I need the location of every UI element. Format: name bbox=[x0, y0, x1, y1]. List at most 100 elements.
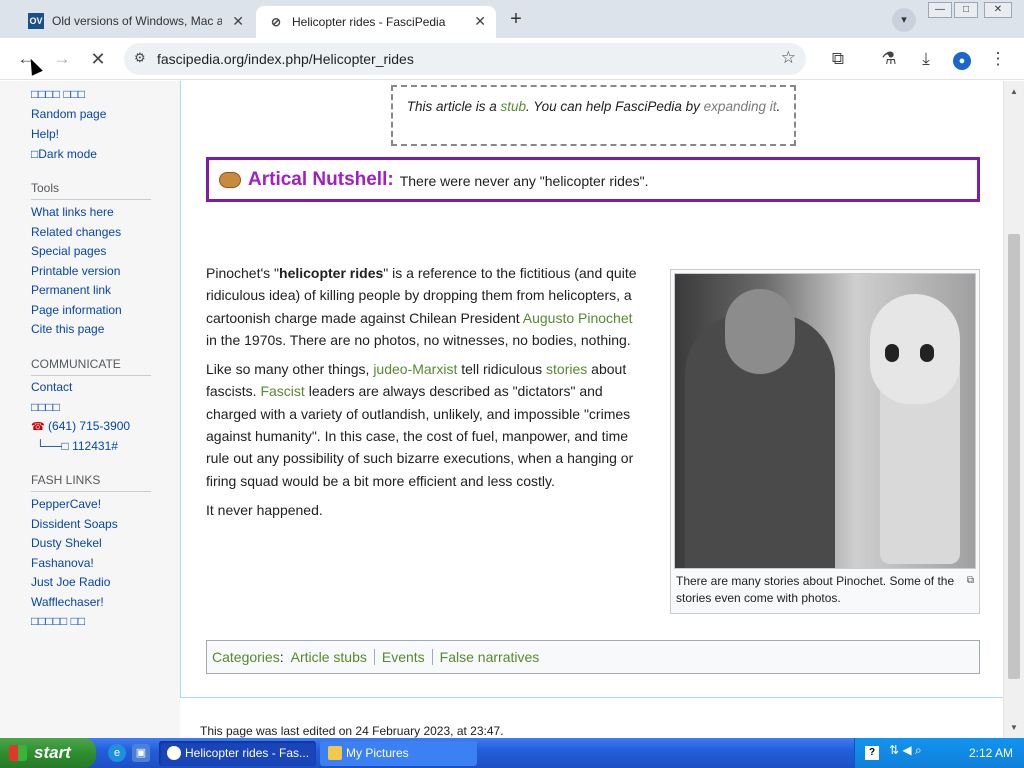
sidebar-link-fashanova[interactable]: Fashanova! bbox=[31, 556, 94, 570]
category-links: Categories: Article stubs Events False nar… bbox=[206, 640, 980, 674]
kebab-menu-icon[interactable]: ⋮ bbox=[986, 47, 1010, 71]
sidebar-link-unrendered[interactable]: □□□□□ □□ bbox=[31, 614, 85, 628]
category-article-stubs[interactable]: Article stubs bbox=[291, 649, 367, 665]
category-events[interactable]: Events bbox=[382, 649, 425, 665]
sidebar-link-unrendered[interactable]: □□□□ □□□ bbox=[31, 87, 85, 101]
system-tray: ? ⇅ ◀ ⌕ 2:12 AM bbox=[854, 738, 1024, 768]
paragraph-3: It never happened. bbox=[206, 501, 323, 518]
taskbar: start e ▣ Helicopter rides - Fas... My P… bbox=[0, 738, 1024, 768]
sidebar-link-page-information[interactable]: Page information bbox=[31, 303, 122, 317]
enlarge-icon[interactable]: ⧉ bbox=[967, 572, 974, 589]
url-text[interactable]: fascipedia.org/index.php/Helicopter_ride… bbox=[157, 51, 414, 67]
sidebar: □□□□ □□□ Random page Help! □Dark mode To… bbox=[0, 81, 180, 738]
quick-launch-icon[interactable]: ▣ bbox=[132, 744, 150, 762]
page-scrollbar[interactable]: ▲ ▼ bbox=[1003, 81, 1024, 738]
sidebar-link-dark-mode[interactable]: □Dark mode bbox=[31, 147, 97, 161]
stub-text: This article is a bbox=[406, 99, 501, 114]
link-judeo-marxist[interactable]: judeo-Marxist bbox=[373, 361, 457, 377]
pinochet-alien-photo[interactable] bbox=[674, 273, 976, 569]
taskbar-item-chrome[interactable]: Helicopter rides - Fas... bbox=[159, 741, 316, 766]
text: Like so many other things, bbox=[206, 361, 374, 378]
category-false-narratives[interactable]: False narratives bbox=[440, 649, 540, 665]
folder-icon bbox=[328, 746, 342, 760]
sidebar-link-help[interactable]: Help! bbox=[31, 127, 59, 141]
link-augusto-pinochet[interactable]: Augusto Pinochet bbox=[523, 310, 633, 326]
nut-icon bbox=[219, 171, 241, 188]
tab-helicopter-rides[interactable]: ⊘ Helicopter rides - FasciPedia ✕ bbox=[256, 6, 496, 38]
sidebar-link-printable-version[interactable]: Printable version bbox=[31, 264, 120, 278]
address-bar[interactable]: ⚙ fascipedia.org/index.php/Helicopter_ri… bbox=[124, 43, 806, 75]
sidebar-link-peppercave[interactable]: PepperCave! bbox=[31, 497, 101, 511]
nutshell-text: There were never any "helicopter rides". bbox=[399, 173, 649, 189]
site-info-icon[interactable]: ⚙ bbox=[134, 50, 146, 66]
link-fascist[interactable]: Fascist bbox=[260, 383, 304, 399]
internet-explorer-icon[interactable]: e bbox=[108, 744, 126, 762]
sidebar-link-phone[interactable]: ☎ (641) 715-3900 bbox=[31, 419, 130, 433]
text: tell ridiculous bbox=[457, 361, 547, 378]
sidebar-link-permanent-link[interactable]: Permanent link bbox=[31, 283, 111, 297]
sidebar-link-dusty-shekel[interactable]: Dusty Shekel bbox=[31, 536, 102, 550]
minimize-button[interactable]: — bbox=[928, 2, 952, 18]
close-window-button[interactable]: ✕ bbox=[984, 2, 1012, 18]
close-tab-icon[interactable]: ✕ bbox=[474, 13, 486, 30]
clock[interactable]: 2:12 AM bbox=[969, 746, 1013, 760]
sidebar-phone-extension[interactable]: └──□ 112431# bbox=[36, 439, 118, 453]
telephone-icon: ☎ bbox=[31, 421, 45, 433]
sidebar-link-just-joe-radio[interactable]: Just Joe Radio bbox=[31, 575, 110, 589]
scrollbar-thumb[interactable] bbox=[1008, 234, 1020, 679]
stub-link[interactable]: stub bbox=[501, 99, 527, 114]
windows-flag-icon bbox=[9, 745, 27, 761]
last-edited-footer: This page was last edited on 24 February… bbox=[200, 724, 504, 738]
avatar: ● bbox=[953, 52, 971, 70]
paragraph-2: Like so many other things, judeo-Marxist… bbox=[206, 358, 641, 492]
forward-arrow-icon[interactable]: → bbox=[50, 47, 74, 71]
profile-icon[interactable]: ● bbox=[950, 47, 974, 71]
sidebar-link-wafflechaser[interactable]: Wafflechaser! bbox=[31, 595, 104, 609]
phone-number: (641) 715-3900 bbox=[48, 419, 131, 433]
tray-icons[interactable]: ⇅ ◀ ⌕ bbox=[889, 743, 922, 758]
link-stories[interactable]: stories bbox=[546, 361, 587, 377]
labs-flask-icon[interactable]: ⚗ bbox=[877, 47, 901, 71]
taskbar-item-my-pictures[interactable]: My Pictures bbox=[320, 741, 477, 766]
stop-loading-icon[interactable]: ✕ bbox=[86, 47, 110, 71]
scroll-down-arrow-icon[interactable]: ▼ bbox=[1010, 723, 1018, 732]
sidebar-link-special-pages[interactable]: Special pages bbox=[31, 244, 106, 258]
sidebar-link-dissident-soaps[interactable]: Dissident Soaps bbox=[31, 517, 118, 531]
figure-caption: There are many stories about Pinochet. S… bbox=[674, 569, 976, 607]
tab-old-versions[interactable]: OV Old versions of Windows, Mac and ✕ bbox=[18, 6, 254, 36]
bold-term: helicopter rides bbox=[279, 265, 384, 281]
caption-text: There are many stories about Pinochet. S… bbox=[676, 574, 955, 605]
task-label: My Pictures bbox=[346, 746, 409, 760]
sidebar-link-related-changes[interactable]: Related changes bbox=[31, 225, 121, 239]
scroll-up-arrow-icon[interactable]: ▲ bbox=[1010, 87, 1018, 96]
help-icon[interactable]: ? bbox=[865, 746, 879, 760]
nutshell-label: Artical Nutshell: bbox=[248, 168, 394, 190]
sidebar-heading-fash-links: FASH LINKS bbox=[31, 473, 151, 492]
text: Pinochet's " bbox=[206, 265, 280, 281]
new-tab-button[interactable]: + bbox=[504, 8, 528, 32]
article-content: This article is a stub. You can help Fas… bbox=[180, 81, 1003, 698]
article-figure: There are many stories about Pinochet. S… bbox=[670, 269, 980, 614]
close-tab-icon[interactable]: ✕ bbox=[232, 13, 244, 30]
extensions-icon[interactable]: ⧉ bbox=[826, 47, 850, 71]
sidebar-heading-communicate: COMMUNICATE bbox=[31, 357, 151, 376]
sidebar-link-contact[interactable]: Contact bbox=[31, 380, 72, 394]
sidebar-link-unrendered[interactable]: □□□□ bbox=[31, 400, 60, 414]
loading-favicon-icon: ⊘ bbox=[270, 15, 282, 29]
tab-title: Old versions of Windows, Mac and bbox=[52, 14, 222, 28]
sidebar-link-cite-this-page[interactable]: Cite this page bbox=[31, 322, 104, 336]
article-body: Pinochet's "helicopter rides" is a refer… bbox=[206, 262, 641, 528]
bookmark-star-icon[interactable]: ☆ bbox=[781, 48, 796, 68]
sidebar-link-random-page[interactable]: Random page bbox=[31, 107, 106, 121]
maximize-button[interactable]: □ bbox=[954, 2, 978, 18]
tab-search-chevron-icon[interactable]: ▾ bbox=[892, 8, 916, 32]
sidebar-link-what-links-here[interactable]: What links here bbox=[31, 205, 114, 219]
chrome-icon bbox=[167, 746, 181, 760]
sidebar-heading-tools: Tools bbox=[31, 181, 151, 200]
download-icon[interactable]: ⤓ bbox=[914, 47, 938, 71]
categories-label[interactable]: Categories bbox=[212, 649, 280, 665]
start-label: start bbox=[34, 743, 71, 762]
tab-title: Helicopter rides - FasciPedia bbox=[292, 15, 446, 29]
start-button[interactable]: start bbox=[0, 738, 96, 768]
expanding-link[interactable]: expanding it bbox=[704, 99, 777, 114]
